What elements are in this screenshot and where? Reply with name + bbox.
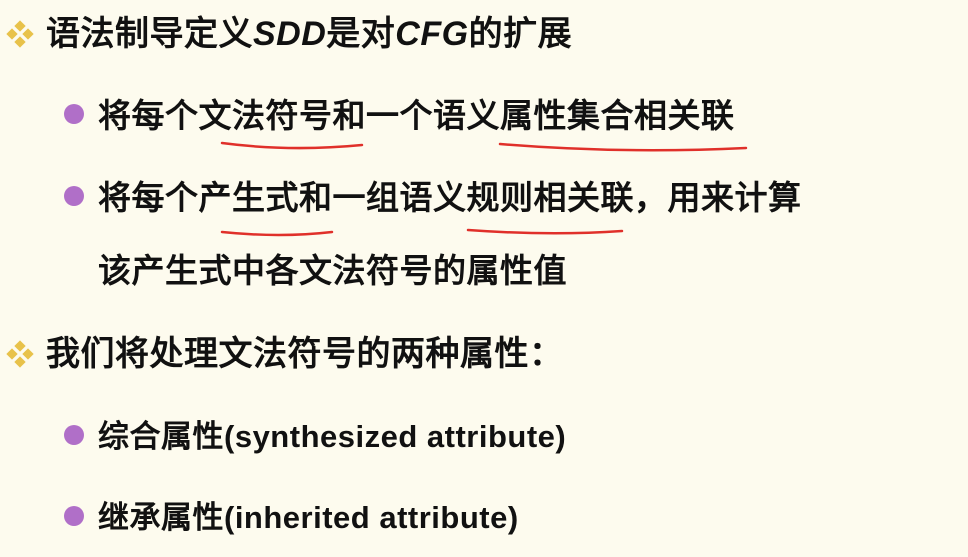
bullet-6-text: 继承属性(inherited attribute): [98, 499, 519, 535]
diamond-bullet-icon: [6, 340, 34, 368]
circle-bullet-icon: [64, 186, 84, 206]
bullet-4: 我们将处理文法符号的两种属性：: [46, 324, 564, 384]
bullet-3: 将每个产生式和一组语义规则相关联，用来计算: [98, 167, 802, 227]
bullet-5: 综合属性(synthesized attribute): [98, 406, 566, 466]
bullet-6: 继承属性(inherited attribute): [98, 487, 519, 547]
bullet-3-continuation-text: 该产生式中各文法符号的属性值: [98, 250, 567, 290]
bullet-5-text: 综合属性(synthesized attribute): [98, 418, 567, 454]
bullet-3-text: 将每个产生式和一组语义规则相关联，用来计算: [98, 177, 802, 217]
bullet-4-text: 我们将处理文法符号的两种属性：: [46, 334, 564, 374]
bullet-3-continuation: 该产生式中各文法符号的属性值: [98, 240, 567, 300]
slide: 语法制导定义SDD是对CFG的扩展 将每个文法符号和一个语义属性集合相关联 将每…: [0, 0, 968, 557]
circle-bullet-icon: [64, 506, 84, 526]
circle-bullet-icon: [64, 425, 84, 445]
